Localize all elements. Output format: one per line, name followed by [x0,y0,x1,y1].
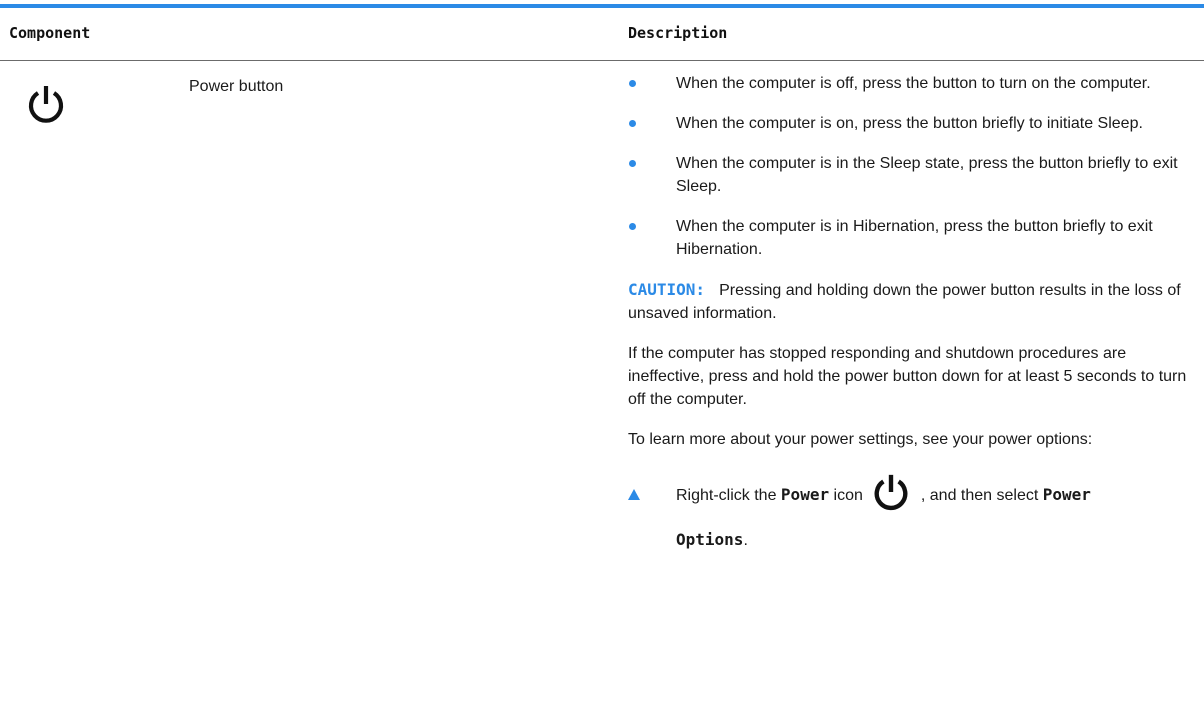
bullet-text: When the computer is in the Sleep state,… [676,155,1178,195]
bullet-text: When the computer is off, press the butt… [676,75,1151,92]
bullet-text: When the computer is in Hibernation, pre… [676,218,1153,258]
step-suffix: . [743,532,748,549]
bullet-icon [629,223,636,230]
step-prefix: Right-click the [676,487,781,504]
table-header-row: Component Description [0,8,1204,58]
procedure-step: Right-click the Power icon , and then se… [628,474,1198,561]
power-icon [874,474,908,510]
step-triangle-icon [628,489,640,500]
header-divider [0,60,1204,61]
step-line-1: Right-click the Power icon , and then se… [676,474,1198,516]
caution-note: CAUTION: Pressing and holding down the po… [628,278,1198,325]
list-item: When the computer is in the Sleep state,… [628,152,1198,198]
step-bold-power: Power [780,485,830,504]
caution-label: CAUTION: [628,280,706,299]
step-after-icon: , and then select [920,487,1043,504]
list-item: When the computer is off, press the butt… [628,72,1198,95]
step-middle: icon [829,487,863,504]
description-cell: When the computer is off, press the butt… [628,72,1198,561]
bullet-text: When the computer is on, press the butto… [676,115,1143,132]
step-bold-options: Options [676,530,744,549]
list-item: When the computer is on, press the butto… [628,112,1198,135]
column-header-component: Component [9,24,91,42]
step-bold-power-2: Power [1042,485,1091,504]
bullet-icon [629,80,636,87]
paragraph-power-settings: To learn more about your power settings,… [628,431,1093,448]
power-icon [28,86,64,123]
list-item: When the computer is in Hibernation, pre… [628,215,1198,261]
caution-text: Pressing and holding down the power butt… [628,282,1181,322]
component-table: Component Description Power button When … [0,0,1204,709]
component-name: Power button [189,78,284,95]
column-header-description: Description [628,24,728,42]
step-line-2: Options. [676,520,1198,561]
bullet-icon [629,120,636,127]
paragraph-unresponsive: If the computer has stopped responding a… [628,345,1187,408]
bullet-icon [629,160,636,167]
